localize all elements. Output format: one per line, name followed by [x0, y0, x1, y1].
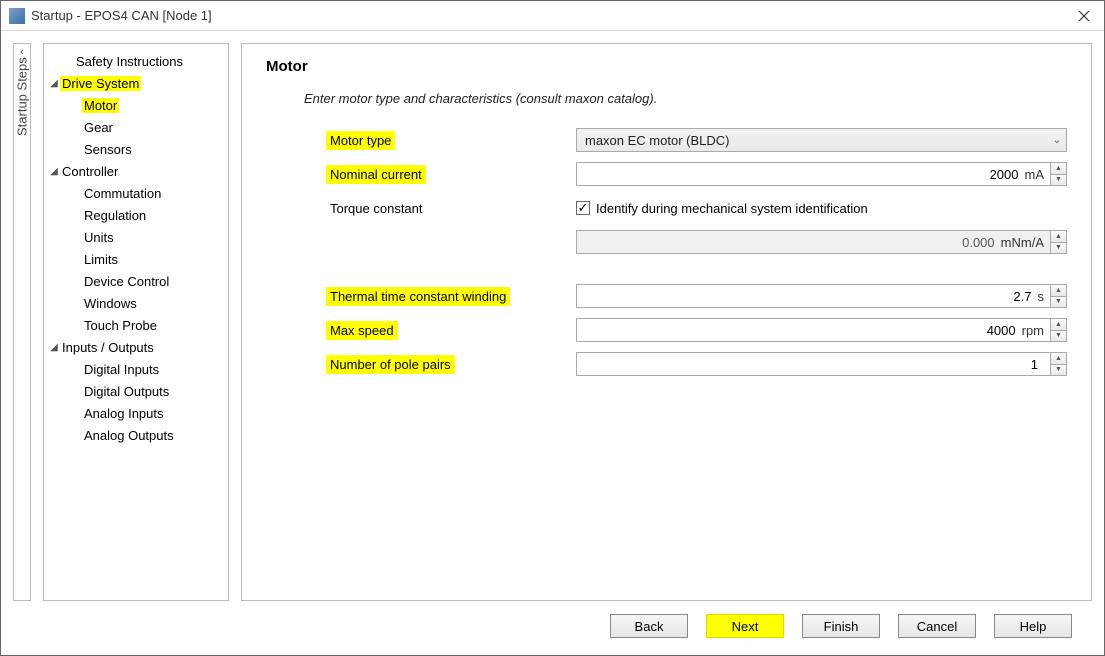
help-button[interactable]: Help [994, 614, 1072, 638]
tree-item-digital-outputs[interactable]: Digital Outputs [48, 381, 224, 401]
thermal-unit: s [1038, 285, 1051, 307]
panels: Startup Steps ‹ Safety Instructions ◢Dri… [13, 43, 1092, 601]
spin-down-icon[interactable]: ▼ [1051, 365, 1066, 376]
motor-type-value: maxon EC motor (BLDC) [577, 133, 1048, 148]
tree-item-drive-system[interactable]: ◢Drive System [48, 73, 224, 93]
tree-item-limits[interactable]: Limits [48, 249, 224, 269]
chevron-down-icon: ⌄ [1048, 135, 1066, 146]
collapse-icon[interactable]: ◢ [48, 342, 60, 353]
tree-item-regulation[interactable]: Regulation [48, 205, 224, 225]
titlebar: Startup - EPOS4 CAN [Node 1] [1, 1, 1104, 31]
motor-type-select[interactable]: maxon EC motor (BLDC) ⌄ [576, 128, 1067, 152]
spin-down-icon[interactable]: ▼ [1051, 297, 1066, 308]
chevron-left-icon: ‹ [20, 46, 24, 58]
nav-tree: Safety Instructions ◢Drive System Motor … [48, 50, 224, 446]
main-panel: Motor Enter motor type and characteristi… [241, 43, 1092, 601]
label-thermal: Thermal time constant winding [326, 287, 510, 306]
identify-checkbox[interactable]: ✓ [576, 201, 590, 215]
tree-item-motor[interactable]: Motor [48, 95, 224, 115]
startup-window: Startup - EPOS4 CAN [Node 1] Startup Ste… [0, 0, 1105, 656]
thermal-field[interactable] [577, 285, 1038, 307]
spin-down-icon[interactable]: ▼ [1051, 175, 1066, 186]
spin-up-icon[interactable]: ▲ [1051, 163, 1066, 175]
nominal-current-field[interactable] [577, 163, 1025, 185]
page-subtitle: Enter motor type and characteristics (co… [304, 91, 1067, 106]
label-torque-constant: Torque constant [326, 199, 427, 218]
nominal-current-input[interactable]: mA ▲▼ [576, 162, 1067, 186]
spin-down-icon[interactable]: ▼ [1051, 331, 1066, 342]
side-tab-startup-steps[interactable]: Startup Steps ‹ [13, 43, 31, 601]
label-motor-type: Motor type [326, 131, 395, 150]
torque-constant-input: mNm/A ▲▼ [576, 230, 1067, 254]
tree-item-analog-outputs[interactable]: Analog Outputs [48, 425, 224, 445]
tree-item-digital-inputs[interactable]: Digital Inputs [48, 359, 224, 379]
back-button[interactable]: Back [610, 614, 688, 638]
collapse-icon[interactable]: ◢ [48, 166, 60, 177]
next-button[interactable]: Next [706, 614, 784, 638]
spin-up-icon: ▲ [1051, 231, 1066, 243]
app-icon [9, 8, 25, 24]
label-nominal-current: Nominal current [326, 165, 426, 184]
wizard-footer: Back Next Finish Cancel Help [13, 601, 1092, 643]
tree-item-windows[interactable]: Windows [48, 293, 224, 313]
spin-down-icon: ▼ [1051, 243, 1066, 254]
tree-item-touch-probe[interactable]: Touch Probe [48, 315, 224, 335]
check-icon: ✓ [578, 200, 589, 216]
close-icon [1078, 10, 1090, 22]
pole-pairs-field[interactable] [577, 353, 1044, 375]
torque-constant-unit: mNm/A [1001, 231, 1050, 253]
tree-item-safety[interactable]: Safety Instructions [48, 51, 224, 71]
cancel-button[interactable]: Cancel [898, 614, 976, 638]
max-speed-field[interactable] [577, 319, 1022, 341]
tree-panel: Safety Instructions ◢Drive System Motor … [43, 43, 229, 601]
pole-pairs-input[interactable]: ▲▼ [576, 352, 1067, 376]
max-speed-unit: rpm [1022, 319, 1050, 341]
tree-item-commutation[interactable]: Commutation [48, 183, 224, 203]
page-title: Motor [266, 58, 1067, 75]
tree-item-analog-inputs[interactable]: Analog Inputs [48, 403, 224, 423]
spin-up-icon[interactable]: ▲ [1051, 285, 1066, 297]
nominal-current-unit: mA [1025, 163, 1051, 185]
torque-constant-field [577, 231, 1001, 253]
client-area: Startup Steps ‹ Safety Instructions ◢Dri… [1, 31, 1104, 655]
label-max-speed: Max speed [326, 321, 398, 340]
finish-button[interactable]: Finish [802, 614, 880, 638]
collapse-icon[interactable]: ◢ [48, 78, 60, 89]
tree-item-gear[interactable]: Gear [48, 117, 224, 137]
tree-item-device-control[interactable]: Device Control [48, 271, 224, 291]
tree-item-units[interactable]: Units [48, 227, 224, 247]
identify-checkbox-row[interactable]: ✓ Identify during mechanical system iden… [576, 196, 1067, 220]
side-tab-label: Startup Steps [15, 58, 30, 137]
close-button[interactable] [1064, 1, 1104, 31]
motor-form: Motor type maxon EC motor (BLDC) ⌄ Nomin… [326, 128, 1067, 376]
spin-up-icon[interactable]: ▲ [1051, 319, 1066, 331]
identify-checkbox-label: Identify during mechanical system identi… [596, 201, 868, 216]
tree-item-sensors[interactable]: Sensors [48, 139, 224, 159]
tree-item-io[interactable]: ◢Inputs / Outputs [48, 337, 224, 357]
window-title: Startup - EPOS4 CAN [Node 1] [31, 8, 1064, 23]
tree-item-controller[interactable]: ◢Controller [48, 161, 224, 181]
thermal-input[interactable]: s ▲▼ [576, 284, 1067, 308]
max-speed-input[interactable]: rpm ▲▼ [576, 318, 1067, 342]
label-pole-pairs: Number of pole pairs [326, 355, 455, 374]
spin-up-icon[interactable]: ▲ [1051, 353, 1066, 365]
